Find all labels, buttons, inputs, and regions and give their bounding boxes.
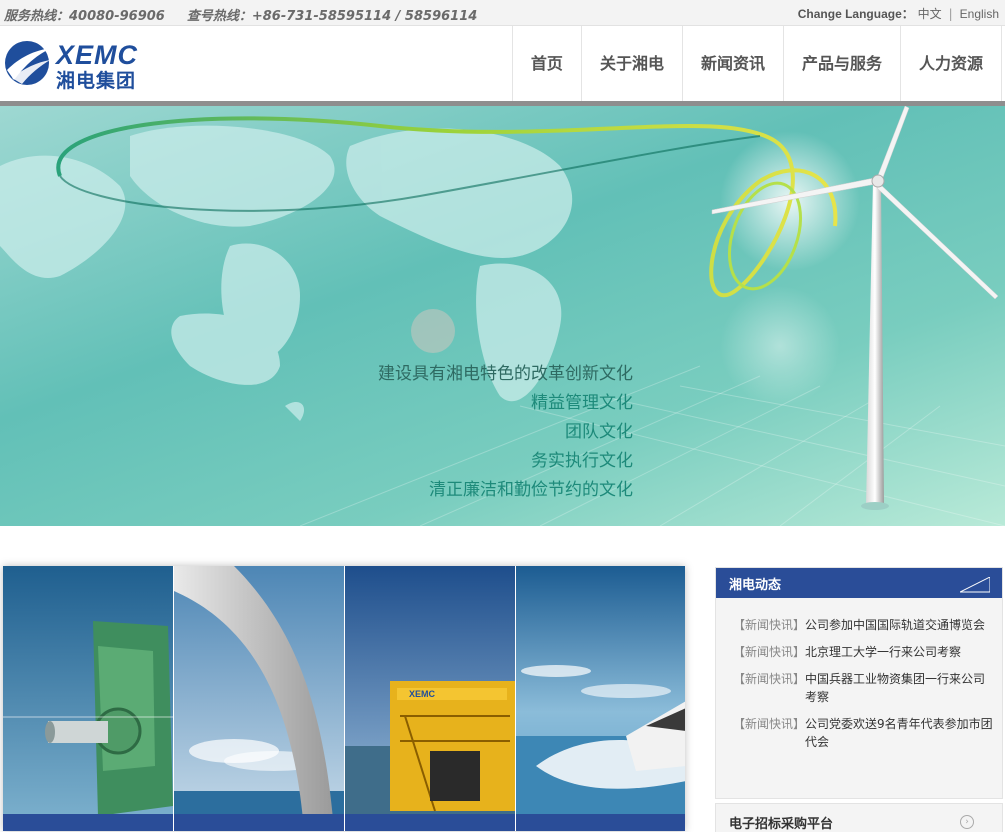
news-tag: 【新闻快讯】 <box>733 645 806 659</box>
turbine-blade-image <box>174 566 344 831</box>
panel-caption-bar <box>516 814 685 831</box>
news-title: 湘电动态 <box>729 578 782 593</box>
news-box: 湘电动态 【新闻快讯】 公司参加中国国际轨道交通博览会 【新闻快讯】 北京理工大… <box>715 567 1003 799</box>
gallery-panel-boat[interactable] <box>516 566 685 831</box>
gallery-panel-blade[interactable] <box>174 566 344 831</box>
news-link[interactable]: 北京理工大学一行来公司考察 <box>805 643 961 661</box>
service-hotline: 服务热线：40080-96906 <box>4 9 165 24</box>
news-item[interactable]: 【新闻快讯】 公司党委欢送9名青年代表参加市团代会 <box>733 715 995 751</box>
panel-caption-bar <box>174 814 344 831</box>
news-item[interactable]: 【新闻快讯】 中国兵器工业物资集团一行来公司考察 <box>733 670 995 706</box>
hero-banner: 建设具有湘电特色的改革创新文化 精益管理文化 团队文化 务实执行文化 清正廉洁和… <box>0 106 1005 526</box>
change-language-label: Change Language： <box>797 7 914 21</box>
product-gallery: XEMC <box>3 566 685 831</box>
news-list: 【新闻快讯】 公司参加中国国际轨道交通博览会 【新闻快讯】 北京理工大学一行来公… <box>733 616 995 760</box>
truck-brand-label: XEMC <box>409 689 436 699</box>
mining-truck-image: XEMC <box>345 566 515 831</box>
news-item[interactable]: 【新闻快讯】 北京理工大学一行来公司考察 <box>733 643 995 661</box>
main-nav: 首页 关于湘电 新闻资讯 产品与服务 人力资源 <box>511 26 1002 101</box>
slogan-team: 团队文化 <box>565 422 633 442</box>
lang-en-link[interactable]: English <box>960 7 999 21</box>
slogan-lean-management: 精益管理文化 <box>531 393 633 413</box>
news-link[interactable]: 公司参加中国国际轨道交通博览会 <box>805 616 985 634</box>
news-tag: 【新闻快讯】 <box>733 717 806 731</box>
news-tag: 【新闻快讯】 <box>733 618 806 632</box>
bidding-platform-label: 电子招标采购平台 <box>729 817 834 832</box>
logo-text-cn: 湘电集团 <box>56 70 137 92</box>
lang-zh-link[interactable]: 中文 <box>918 7 942 21</box>
nav-news[interactable]: 新闻资讯 <box>681 26 783 101</box>
query-hotline: 查号热线：+86-731-58595114 / 58596114 <box>186 9 478 24</box>
culture-slogans: 建设具有湘电特色的改革创新文化 精益管理文化 团队文化 务实执行文化 清正廉洁和… <box>378 360 633 505</box>
language-switcher: Change Language： 中文 | English <box>798 5 999 22</box>
news-link[interactable]: 公司党委欢送9名青年代表参加市团代会 <box>805 715 995 751</box>
news-header: 湘电动态 <box>716 568 1002 598</box>
slogan-reform-innovation: 建设具有湘电特色的改革创新文化 <box>378 364 633 384</box>
nav-products-services[interactable]: 产品与服务 <box>782 26 900 101</box>
gallery-panel-gearbox[interactable] <box>3 566 173 831</box>
speedboat-image <box>516 566 685 831</box>
xemc-logo[interactable]: XEMC 湘电集团 <box>4 38 179 92</box>
top-info-bar: 服务热线：40080-96906 查号热线：+86-731-58595114 / … <box>0 0 1005 26</box>
news-link[interactable]: 中国兵器工业物资集团一行来公司考察 <box>805 670 995 706</box>
hotlines: 服务热线：40080-96906 查号热线：+86-731-58595114 / … <box>4 5 481 24</box>
panel-caption-bar <box>345 814 515 831</box>
nav-human-resources[interactable]: 人力资源 <box>899 26 1002 101</box>
slogan-execution: 务实执行文化 <box>531 451 633 471</box>
site-header: XEMC 湘电集团 首页 关于湘电 新闻资讯 产品与服务 人力资源 <box>0 26 1005 101</box>
slogan-integrity: 清正廉洁和勤俭节约的文化 <box>429 480 633 500</box>
panel-caption-bar <box>3 814 173 831</box>
arrow-right-icon[interactable]: › <box>960 815 974 829</box>
lang-separator: | <box>948 7 953 21</box>
more-corner-icon[interactable] <box>960 577 990 593</box>
news-tag: 【新闻快讯】 <box>733 672 806 686</box>
gallery-panel-mining-truck[interactable]: XEMC <box>345 566 515 831</box>
logo-emblem-icon <box>5 41 52 85</box>
nav-about[interactable]: 关于湘电 <box>580 26 682 101</box>
nav-home[interactable]: 首页 <box>511 26 581 101</box>
bidding-platform-link[interactable]: 电子招标采购平台 › <box>715 803 1003 832</box>
news-item[interactable]: 【新闻快讯】 公司参加中国国际轨道交通博览会 <box>733 616 995 634</box>
gearbox-image <box>3 566 173 831</box>
